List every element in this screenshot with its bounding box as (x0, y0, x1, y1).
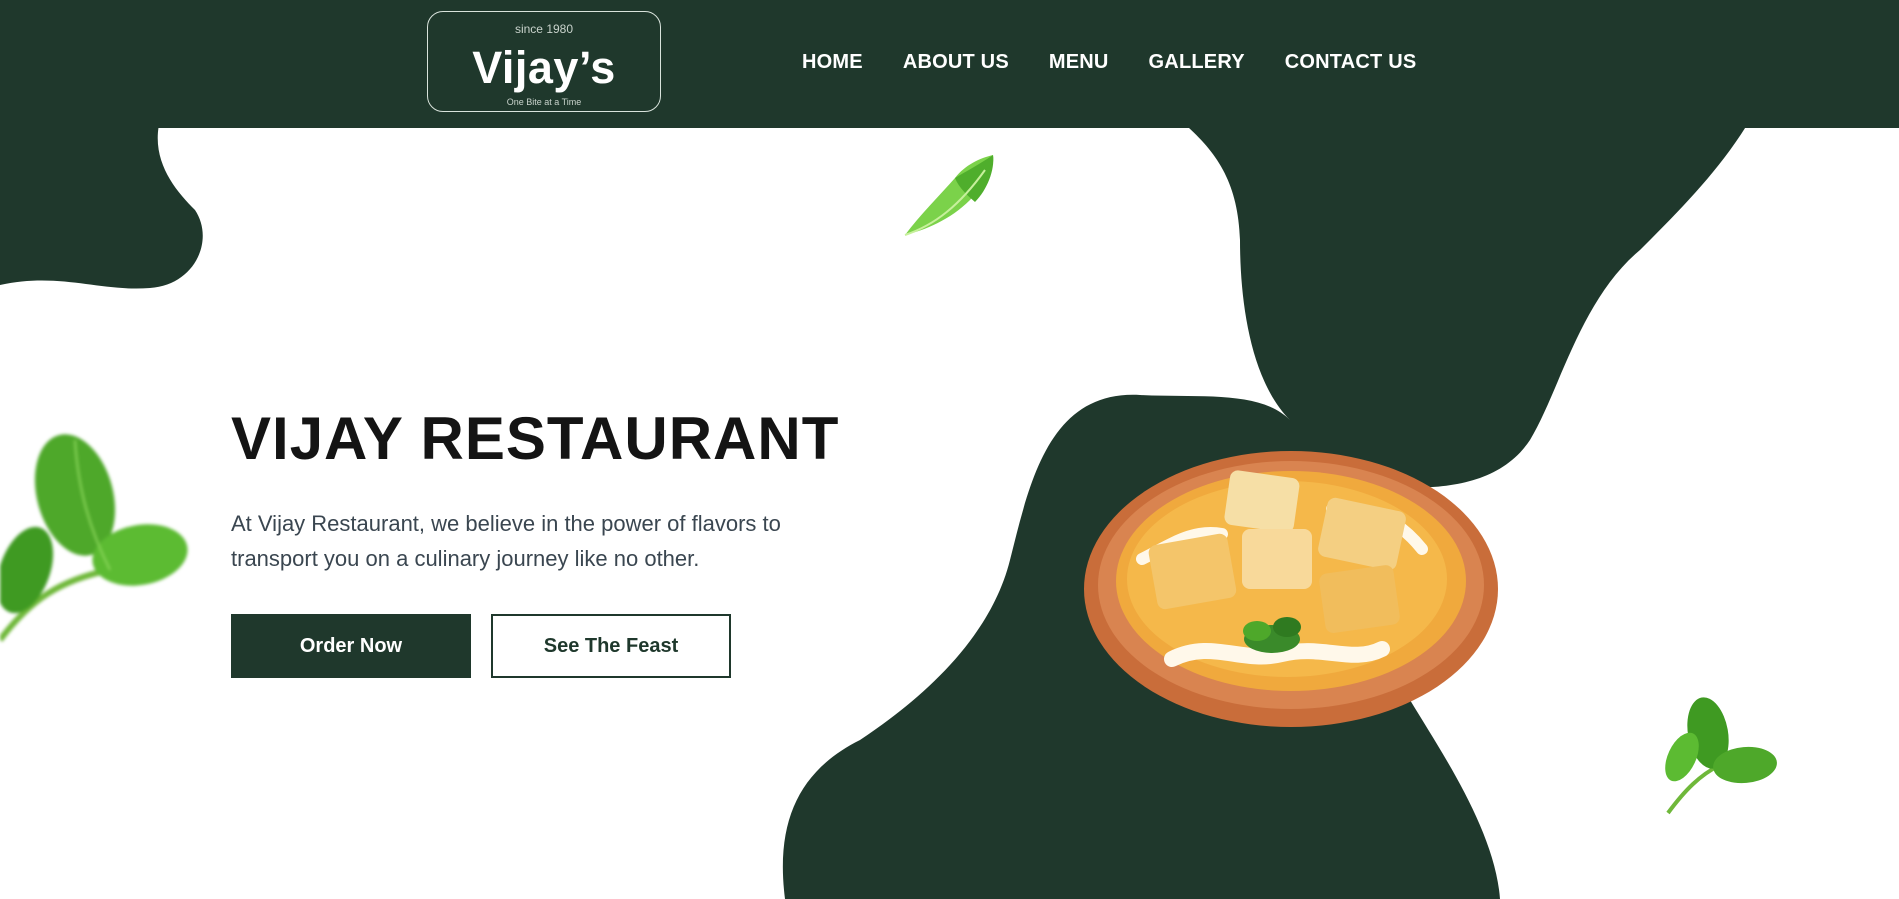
paneer-curry-plate-image (1084, 451, 1498, 727)
nav-contact-us[interactable]: CONTACT US (1285, 51, 1417, 74)
logo-since: since 1980 (514, 22, 574, 36)
logo[interactable]: since 1980 Vijay’s One Bite at a Time (427, 11, 661, 112)
basil-leaves-right-image (1665, 697, 1777, 815)
main-nav: HOME ABOUT US MENU GALLERY CONTACT US (802, 51, 1456, 74)
lettuce-leaf-image (904, 155, 994, 236)
site-header: since 1980 Vijay’s One Bite at a Time HO… (0, 0, 1899, 128)
order-now-button[interactable]: Order Now (231, 614, 471, 678)
top-left-blob (0, 120, 203, 289)
hero-title: VIJAY RESTAURANT (231, 405, 840, 472)
see-the-feast-button[interactable]: See The Feast (491, 614, 731, 678)
nav-gallery[interactable]: GALLERY (1149, 51, 1245, 74)
basil-leaves-left-image (0, 434, 188, 642)
hero-description: At Vijay Restaurant, we believe in the p… (231, 511, 781, 571)
logo-name: Vijay’s (472, 42, 616, 93)
logo-tagline: One Bite at a Time (506, 97, 582, 107)
nav-home[interactable]: HOME (802, 51, 863, 74)
nav-about-us[interactable]: ABOUT US (903, 51, 1009, 74)
nav-menu[interactable]: MENU (1049, 51, 1109, 74)
